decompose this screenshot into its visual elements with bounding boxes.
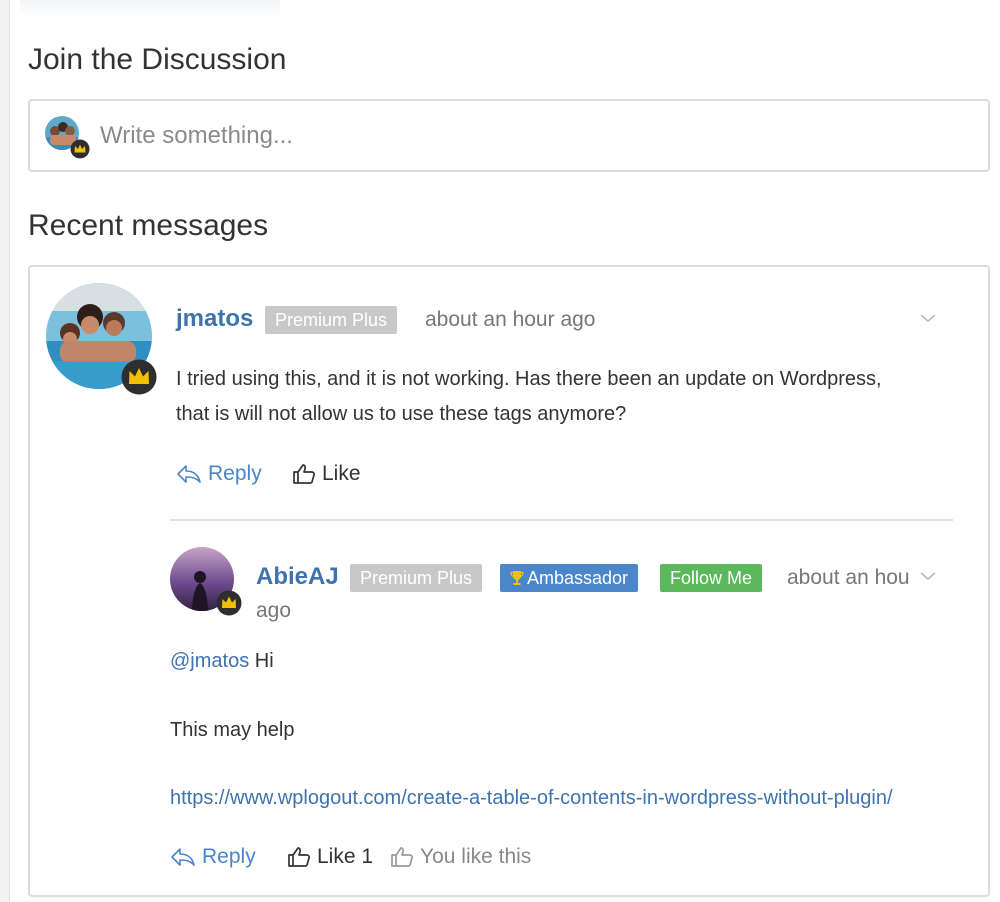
reply-divider [170,519,953,521]
premium-plus-badge: Premium Plus [265,306,398,334]
like-button[interactable]: Like [292,462,361,486]
reply-author[interactable]: AbieAJ [256,563,339,591]
like-count-label: Like 1 [317,845,374,868]
thumbs-up-icon [288,847,310,867]
ambassador-label: Ambassador [527,568,629,588]
recent-messages-title: Recent messages [28,209,269,242]
join-discussion-title: Join the Discussion [28,43,287,76]
chevron-down-icon[interactable] [919,570,937,582]
comment-composer[interactable] [28,99,990,172]
comment-input[interactable] [100,117,960,155]
crown-icon [121,359,157,395]
like-button[interactable]: Like 1 [287,845,373,869]
message-timestamp: about an hour ago [425,308,596,331]
ambassador-badge: Ambassador [500,564,639,592]
reply-button[interactable]: Reply [170,845,256,869]
left-gutter [0,0,10,902]
mention-link[interactable]: @jmatos [170,650,249,672]
message-text-line-1: I tried using this, and it is not workin… [176,368,882,390]
reply-greeting: Hi [254,650,274,672]
reply-icon [177,465,201,483]
reply-timestamp: about an hou [787,566,910,589]
reply-label: Reply [202,845,256,868]
message-text-line-2: that is will not allow us to use these t… [176,403,627,425]
thumbs-up-icon [391,847,413,867]
reply-label: Reply [208,462,262,485]
current-user-avatar [44,115,90,159]
you-like-this-note: You like this [390,845,531,869]
like-label: Like [322,462,361,485]
premium-plus-badge: Premium Plus [350,564,483,592]
reply-timestamp-continued: ago [256,599,292,622]
reply-icon [171,848,195,866]
reply-text-first-line: @jmatos Hi [170,644,274,679]
crown-icon [216,590,242,616]
thumbs-up-icon [293,464,315,484]
trophy-icon [510,571,524,585]
message-author[interactable]: jmatos [176,305,253,333]
chevron-down-icon[interactable] [919,312,937,324]
follow-me-button[interactable]: Follow Me [660,564,763,592]
reply-body-text: This may help [170,719,295,741]
reply-url-link[interactable]: https://www.wplogout.com/create-a-table-… [170,781,893,816]
you-like-this-label: You like this [420,845,532,868]
top-scroll-fade [20,0,280,16]
reply-button[interactable]: Reply [176,462,262,486]
crown-icon [70,139,90,159]
